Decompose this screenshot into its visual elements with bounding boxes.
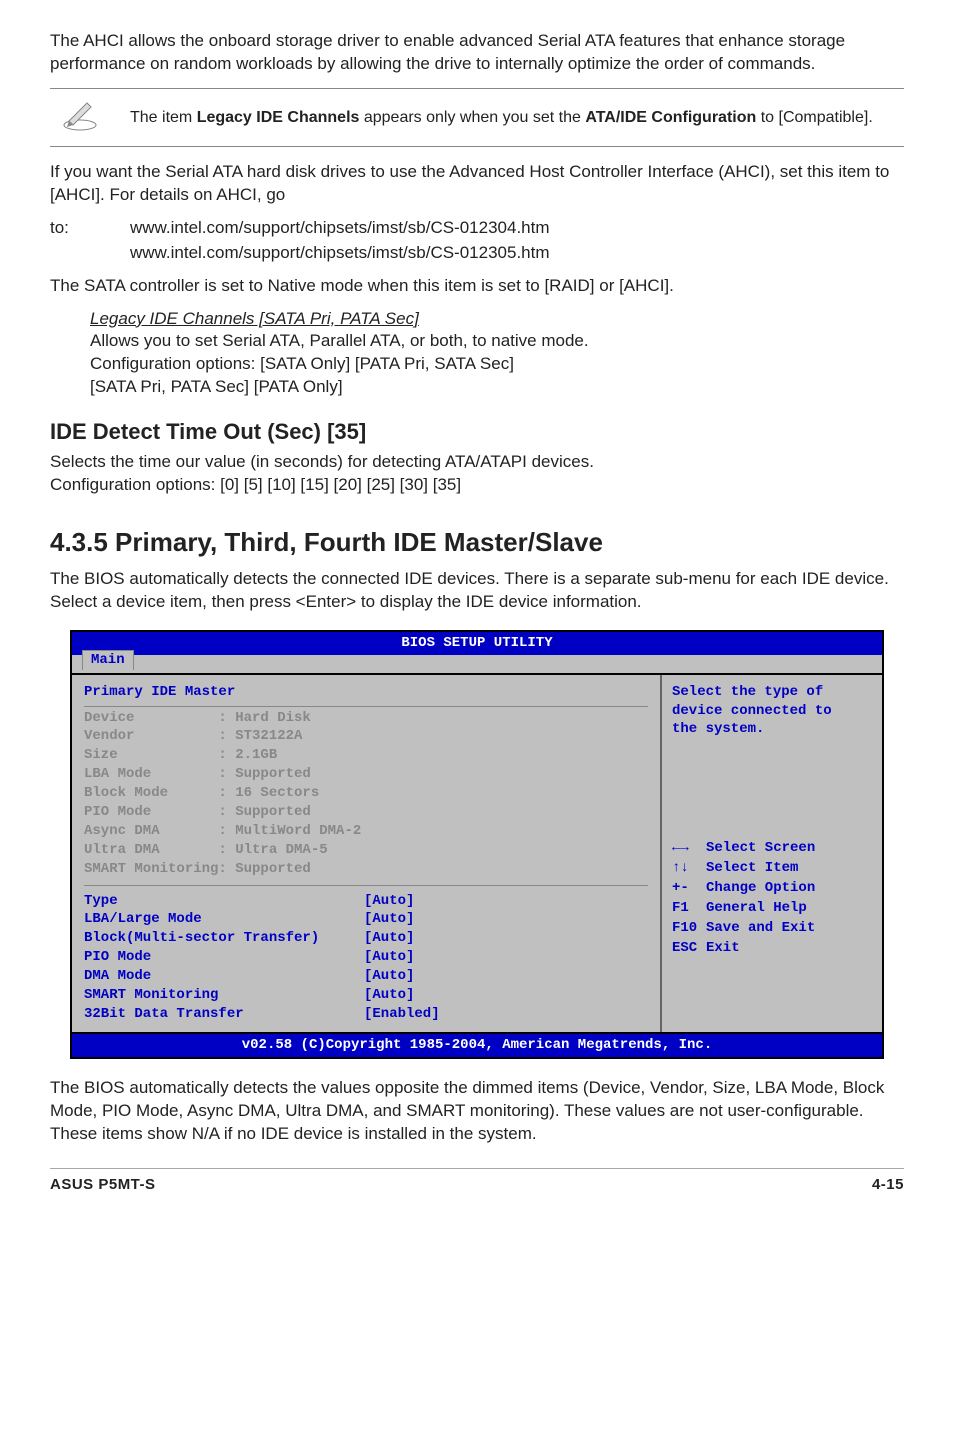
bios-setting-label: Block(Multi-sector Transfer) bbox=[84, 929, 364, 948]
bios-left-panel: Primary IDE Master Device : Hard Disk Ve… bbox=[72, 675, 662, 1032]
bios-help-row: ESCExit bbox=[672, 939, 872, 958]
detect-line1: Selects the time our value (in seconds) … bbox=[50, 451, 904, 474]
bios-help-key: ←→ bbox=[672, 839, 706, 858]
bios-info-row: LBA Mode : Supported bbox=[84, 765, 648, 784]
bios-help-label: Select Screen bbox=[706, 839, 815, 858]
bios-setting-value: [Auto] bbox=[364, 910, 414, 929]
bios-info-row: Vendor : ST32122A bbox=[84, 727, 648, 746]
to-label: to: bbox=[50, 217, 130, 240]
closing-paragraph: The BIOS automatically detects the value… bbox=[50, 1077, 904, 1146]
detect-line2: Configuration options: [0] [5] [10] [15]… bbox=[50, 474, 904, 497]
detect-heading: IDE Detect Time Out (Sec) [35] bbox=[50, 417, 904, 447]
legacy-block: Legacy IDE Channels [SATA Pri, PATA Sec]… bbox=[50, 308, 904, 400]
legacy-line1: Allows you to set Serial ATA, Parallel A… bbox=[90, 330, 904, 353]
bios-help-key: F10 bbox=[672, 919, 706, 938]
bios-tab-main: Main bbox=[82, 650, 134, 670]
bios-help-row: F10Save and Exit bbox=[672, 919, 872, 938]
bios-info-row: Async DMA : MultiWord DMA-2 bbox=[84, 822, 648, 841]
bios-info-row: Ultra DMA : Ultra DMA-5 bbox=[84, 841, 648, 860]
bios-setting-row: DMA Mode[Auto] bbox=[84, 967, 648, 986]
url-row-2: www.intel.com/support/chipsets/imst/sb/C… bbox=[50, 242, 904, 265]
bios-setting-label: PIO Mode bbox=[84, 948, 364, 967]
intro-paragraph: The AHCI allows the onboard storage driv… bbox=[50, 30, 904, 76]
bios-help-key: ↑↓ bbox=[672, 859, 706, 878]
native-mode-paragraph: The SATA controller is set to Native mod… bbox=[50, 275, 904, 298]
bios-setting-label: SMART Monitoring bbox=[84, 986, 364, 1005]
legacy-heading: Legacy IDE Channels [SATA Pri, PATA Sec] bbox=[90, 308, 904, 331]
bios-help-label: General Help bbox=[706, 899, 807, 918]
bios-setting-row: LBA/Large Mode[Auto] bbox=[84, 910, 648, 929]
note-suffix: to [Compatible]. bbox=[756, 109, 873, 126]
bios-help-label: Change Option bbox=[706, 879, 815, 898]
bios-help-key: F1 bbox=[672, 899, 706, 918]
bios-footer: v02.58 (C)Copyright 1985-2004, American … bbox=[72, 1032, 882, 1057]
bios-setting-row: 32Bit Data Transfer[Enabled] bbox=[84, 1005, 648, 1024]
url1: www.intel.com/support/chipsets/imst/sb/C… bbox=[130, 217, 550, 240]
bios-setting-row: PIO Mode[Auto] bbox=[84, 948, 648, 967]
section-paragraph: The BIOS automatically detects the conne… bbox=[50, 568, 904, 614]
bios-setting-row: SMART Monitoring[Auto] bbox=[84, 986, 648, 1005]
bios-help-text: the system. bbox=[672, 720, 872, 739]
pencil-icon bbox=[50, 95, 110, 140]
bios-info-row: Block Mode : 16 Sectors bbox=[84, 784, 648, 803]
bios-help-text: Select the type of bbox=[672, 683, 872, 702]
bios-body: Primary IDE Master Device : Hard Disk Ve… bbox=[72, 673, 882, 1032]
ahci-paragraph: If you want the Serial ATA hard disk dri… bbox=[50, 161, 904, 207]
bios-setting-value: [Auto] bbox=[364, 986, 414, 1005]
url-row-1: to: www.intel.com/support/chipsets/imst/… bbox=[50, 217, 904, 240]
bios-panel-title: Primary IDE Master bbox=[84, 683, 648, 707]
bios-help-label: Exit bbox=[706, 939, 740, 958]
bios-settings-block: Type[Auto] LBA/Large Mode[Auto] Block(Mu… bbox=[84, 885, 648, 1024]
bios-info-row: Device : Hard Disk bbox=[84, 709, 648, 728]
bios-setting-label: DMA Mode bbox=[84, 967, 364, 986]
section-heading: 4.3.5 Primary, Third, Fourth IDE Master/… bbox=[50, 525, 904, 560]
bios-screenshot: BIOS SETUP UTILITY Main Primary IDE Mast… bbox=[70, 630, 884, 1059]
note-text: The item Legacy IDE Channels appears onl… bbox=[110, 107, 904, 129]
bios-setting-row: Type[Auto] bbox=[84, 892, 648, 911]
bios-setting-value: [Auto] bbox=[364, 967, 414, 986]
bios-info-row: SMART Monitoring: Supported bbox=[84, 860, 648, 879]
bios-help-key: +- bbox=[672, 879, 706, 898]
bios-info-row: Size : 2.1GB bbox=[84, 746, 648, 765]
note-prefix: The item bbox=[130, 109, 197, 126]
bios-help-row: F1General Help bbox=[672, 899, 872, 918]
bios-setting-value: [Enabled] bbox=[364, 1005, 440, 1024]
note-bold2: ATA/IDE Configuration bbox=[585, 109, 756, 126]
bios-info-row: PIO Mode : Supported bbox=[84, 803, 648, 822]
bios-help-row: +-Change Option bbox=[672, 879, 872, 898]
bios-help-label: Select Item bbox=[706, 859, 798, 878]
bios-help-label: Save and Exit bbox=[706, 919, 815, 938]
footer-right: 4-15 bbox=[872, 1175, 904, 1195]
bios-help-row: ←→Select Screen bbox=[672, 839, 872, 858]
url2: www.intel.com/support/chipsets/imst/sb/C… bbox=[130, 242, 550, 265]
bios-help-text: device connected to bbox=[672, 702, 872, 721]
footer-left: ASUS P5MT-S bbox=[50, 1175, 156, 1195]
bios-setting-label: 32Bit Data Transfer bbox=[84, 1005, 364, 1024]
bios-setting-value: [Auto] bbox=[364, 929, 414, 948]
bios-setting-value: [Auto] bbox=[364, 892, 414, 911]
bios-setting-row: Block(Multi-sector Transfer)[Auto] bbox=[84, 929, 648, 948]
bios-right-panel: Select the type of device connected to t… bbox=[662, 675, 882, 1032]
bios-title: BIOS SETUP UTILITY bbox=[401, 635, 552, 651]
bios-setting-label: Type bbox=[84, 892, 364, 911]
legacy-line3: [SATA Pri, PATA Sec] [PATA Only] bbox=[90, 376, 904, 399]
bios-setting-value: [Auto] bbox=[364, 948, 414, 967]
to-label-spacer bbox=[50, 242, 130, 265]
bios-help-key: ESC bbox=[672, 939, 706, 958]
legacy-line2: Configuration options: [SATA Only] [PATA… bbox=[90, 353, 904, 376]
note-mid: appears only when you set the bbox=[359, 109, 585, 126]
bios-help-row: ↑↓Select Item bbox=[672, 859, 872, 878]
note-bold1: Legacy IDE Channels bbox=[197, 109, 360, 126]
note-box: The item Legacy IDE Channels appears onl… bbox=[50, 88, 904, 147]
page-footer: ASUS P5MT-S 4-15 bbox=[50, 1168, 904, 1195]
bios-title-bar: BIOS SETUP UTILITY Main bbox=[72, 632, 882, 655]
bios-setting-label: LBA/Large Mode bbox=[84, 910, 364, 929]
